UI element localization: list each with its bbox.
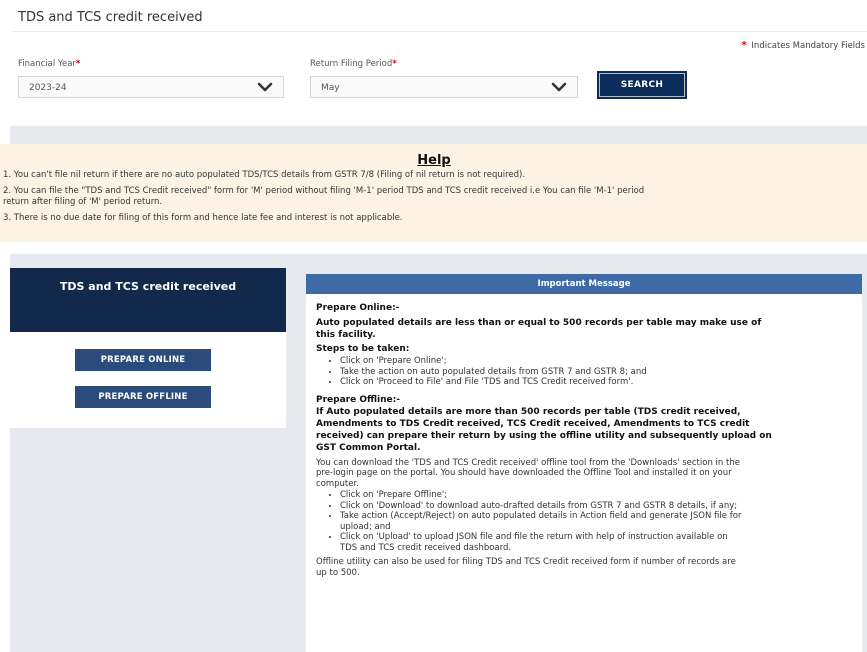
required-asterisk: * [741, 40, 747, 51]
return-period-label: Return Filing Period* [310, 59, 397, 69]
offline-desc-line: received) can prepare their return by us… [316, 430, 772, 441]
mandatory-note: * Indicates Mandatory Fields [741, 40, 865, 51]
footer-line: up to 500. [316, 567, 360, 578]
offline-desc-line: Amendments to TDS Credit received, TCS C… [316, 418, 750, 429]
help-panel: Help 1. You can't file nil return if the… [0, 144, 867, 242]
offline-desc-line: GST Common Portal. [316, 442, 421, 453]
offline-title: Prepare Offline:- [316, 394, 400, 405]
list-item: Take action (Accept/Reject) on auto popu… [340, 511, 852, 532]
list-item: Click on 'Prepare Offline'; [340, 490, 852, 501]
list-item: Take the action on auto populated detail… [340, 367, 852, 378]
return-period-select[interactable]: May [310, 76, 578, 98]
online-steps-list: Click on 'Prepare Online'; Take the acti… [316, 356, 852, 388]
download-text-line: pre-login page on the portal. You should… [316, 468, 732, 478]
online-desc-line: Auto populated details are less than or … [316, 318, 762, 328]
help-item: return after filing of 'M' period return… [3, 197, 163, 207]
list-item: Click on 'Download' to download auto-dra… [340, 501, 852, 512]
offline-desc-line: If Auto populated details are more than … [316, 406, 741, 417]
important-message-card: Important Message Prepare Online:- Auto … [306, 274, 862, 652]
help-item: 1. You can't file nil return if there ar… [3, 170, 526, 180]
required-asterisk: * [392, 59, 397, 69]
footer-line: Offline utility can also be used for fil… [316, 557, 736, 567]
prepare-offline-button[interactable]: PREPARE OFFLINE [75, 386, 211, 408]
important-message-body: Prepare Online:- Auto populated details … [306, 294, 862, 578]
separator-band [10, 126, 867, 144]
chevron-down-icon [257, 82, 273, 92]
financial-year-value: 2023-24 [29, 83, 67, 93]
prepare-online-button[interactable]: PREPARE ONLINE [75, 349, 211, 371]
financial-year-label: Financial Year* [18, 59, 81, 69]
help-title: Help [417, 153, 451, 168]
download-text-line: computer. [316, 478, 359, 489]
help-item: 2. You can file the "TDS and TCS Credit … [3, 186, 645, 196]
action-card: TDS and TCS credit received PREPARE ONLI… [10, 268, 286, 428]
mandatory-note-text: Indicates Mandatory Fields [751, 41, 865, 51]
list-item: Click on 'Proceed to File' and File 'TDS… [340, 377, 852, 388]
online-title: Prepare Online:- [316, 303, 400, 313]
required-asterisk: * [75, 59, 81, 69]
important-message-header: Important Message [306, 274, 862, 294]
search-button[interactable]: SEARCH [597, 71, 687, 99]
page-title: TDS and TCS credit received [18, 10, 203, 25]
financial-year-select[interactable]: 2023-24 [18, 76, 284, 98]
download-text-line: You can download the 'TDS and TCS Credit… [316, 457, 740, 468]
chevron-down-icon [551, 82, 567, 92]
steps-title: Steps to be taken: [316, 344, 410, 354]
list-item: Click on 'Upload' to upload JSON file an… [340, 532, 852, 553]
action-card-title: TDS and TCS credit received [10, 268, 286, 332]
title-divider [12, 31, 867, 32]
help-item: 3. There is no due date for filing of th… [3, 213, 403, 223]
return-period-value: May [321, 83, 340, 93]
offline-steps-list: Click on 'Prepare Offline'; Click on 'Do… [316, 490, 852, 553]
list-item: Click on 'Prepare Online'; [340, 356, 852, 367]
online-desc-line: this facility. [316, 330, 376, 340]
